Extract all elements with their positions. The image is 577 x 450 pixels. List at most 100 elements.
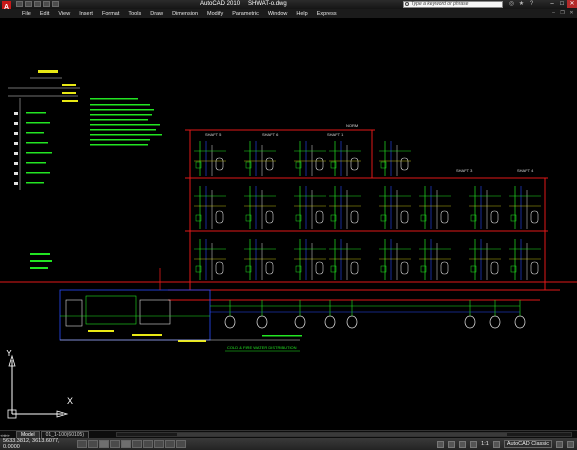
fixture-symbol (440, 261, 449, 275)
lower-legend (8, 253, 110, 283)
menu-modify[interactable]: Modify (207, 11, 223, 17)
app-title: AutoCAD 2010 (200, 1, 241, 7)
fixture-symbol (490, 210, 499, 224)
shaft-4-label: SHAFT 4 (517, 168, 534, 173)
snap-toggle[interactable] (77, 440, 87, 448)
ducs-toggle[interactable] (143, 440, 153, 448)
shaft-1-label: SHAFT 1 (327, 132, 344, 137)
ucs-x-label: X (67, 396, 73, 406)
fixture-symbol (215, 157, 224, 171)
tank-symbol (324, 315, 336, 329)
fixture-symbol (530, 210, 539, 224)
document-controls: – ❐ ✕ (550, 10, 575, 16)
save-icon[interactable] (34, 1, 41, 7)
tank-symbol (514, 315, 526, 329)
menu-tools[interactable]: Tools (128, 11, 141, 17)
minimize-icon[interactable]: – (547, 0, 557, 8)
status-tray: 1:1 AutoCAD Classic (437, 440, 574, 448)
lock-icon[interactable] (556, 440, 563, 448)
file-name: SHWAT-o.dwg (248, 1, 287, 7)
fixture-symbol (350, 157, 359, 171)
pan-icon[interactable] (459, 440, 467, 448)
window-title: AutoCAD 2010 SHWAT-o.dwg (200, 1, 287, 7)
menu-window[interactable]: Window (268, 11, 288, 17)
model-space-icon[interactable] (437, 440, 445, 448)
tank-symbol (464, 315, 476, 329)
osnap-toggle[interactable] (121, 440, 131, 448)
close-icon[interactable]: ✕ (567, 0, 577, 8)
fixture-symbol (315, 210, 324, 224)
fixture-symbol (265, 261, 274, 275)
dyn-toggle[interactable] (154, 440, 164, 448)
menu-dimension[interactable]: Dimension (172, 11, 198, 17)
fixture-symbol (400, 210, 409, 224)
menu-help[interactable]: Help (296, 11, 307, 17)
heading-group: COLD & FIRE WATER DISTRIBUTION (227, 335, 302, 350)
polar-toggle[interactable] (110, 440, 120, 448)
redo-icon[interactable] (52, 1, 59, 7)
annotation-scale[interactable]: 1:1 (481, 441, 489, 447)
quick-access-toolbar (16, 1, 59, 7)
workspace-switcher[interactable]: AutoCAD Classic (503, 440, 552, 448)
infocenter-icons: ◎ ★ ? (508, 1, 535, 7)
clean-screen-icon[interactable] (567, 440, 574, 448)
annotation-visibility-icon[interactable] (492, 440, 500, 448)
quick-view-icon[interactable] (448, 440, 456, 448)
menu-format[interactable]: Format (102, 11, 119, 17)
otrack-toggle[interactable] (132, 440, 142, 448)
undo-icon[interactable] (43, 1, 50, 7)
menu-insert[interactable]: Insert (79, 11, 93, 17)
horizontal-scrollbar[interactable] (116, 432, 572, 437)
menu-parametric[interactable]: Parametric (232, 11, 259, 17)
window-controls: – □ ✕ (547, 0, 577, 8)
fixture-symbol (530, 261, 539, 275)
plant-room (59, 268, 211, 342)
tank-symbol (294, 315, 306, 329)
ucs-y-label: Y (6, 350, 12, 358)
menu-draw[interactable]: Draw (150, 11, 163, 17)
shaft-6-label: SHAFT 6 (262, 132, 279, 137)
open-file-icon[interactable] (25, 1, 32, 7)
fixture-symbol (490, 261, 499, 275)
doc-close-icon[interactable]: ✕ (568, 10, 575, 16)
star-icon[interactable]: ★ (518, 1, 525, 7)
search-input[interactable]: Type a keyword or phrase (403, 1, 503, 8)
help-icon[interactable]: ? (528, 1, 535, 7)
fixture-symbol (315, 157, 324, 171)
fixture-symbol (265, 210, 274, 224)
legend-notes (38, 70, 78, 102)
pump-sets (224, 300, 526, 329)
drawing-canvas[interactable]: SHAFT 5 SHAFT 6 SHAFT 1 SHAFT 3 SHAFT 4 … (0, 18, 577, 430)
ucs-icon: Y X (6, 350, 73, 419)
doc-minimize-icon[interactable]: – (550, 10, 557, 16)
zoom-icon[interactable] (470, 440, 478, 448)
shaft-5-label: SHAFT 5 (205, 132, 222, 137)
fixture-symbol (215, 261, 224, 275)
tank-symbol (489, 315, 501, 329)
floor-lines (0, 129, 577, 301)
menu-edit[interactable]: Edit (40, 11, 49, 17)
maximize-icon[interactable]: □ (557, 0, 567, 8)
fixture-symbol (400, 261, 409, 275)
menu-view[interactable]: View (58, 11, 70, 17)
fixture-symbol (350, 261, 359, 275)
lwt-toggle[interactable] (165, 440, 175, 448)
fixture-symbol (215, 210, 224, 224)
lower-distribution (60, 305, 520, 341)
new-file-icon[interactable] (16, 1, 23, 7)
fixture-symbol (315, 261, 324, 275)
ortho-toggle[interactable] (99, 440, 109, 448)
qp-toggle[interactable] (176, 440, 186, 448)
search-icon (405, 2, 409, 6)
menu-file[interactable]: File (22, 11, 31, 17)
grid-toggle[interactable] (88, 440, 98, 448)
fixture-symbol (265, 157, 274, 171)
shaft-risers (194, 141, 541, 280)
fixture-symbol (350, 210, 359, 224)
tank-symbol (224, 315, 236, 329)
binoculars-icon[interactable]: ◎ (508, 1, 515, 7)
doc-restore-icon[interactable]: ❐ (559, 10, 566, 16)
menu-express[interactable]: Express (317, 11, 337, 17)
symbol-legend (14, 98, 52, 190)
scroll-thumb[interactable] (177, 433, 507, 436)
